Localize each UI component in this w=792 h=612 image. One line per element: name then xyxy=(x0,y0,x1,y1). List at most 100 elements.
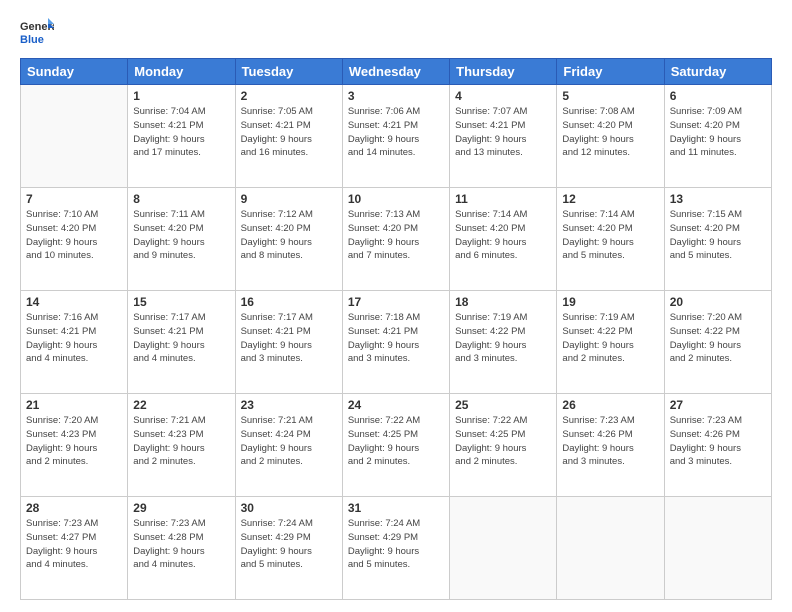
day-info: Sunrise: 7:17 AMSunset: 4:21 PMDaylight:… xyxy=(241,311,337,366)
calendar-cell: 15 Sunrise: 7:17 AMSunset: 4:21 PMDayligh… xyxy=(128,291,235,394)
week-row-2: 14 Sunrise: 7:16 AMSunset: 4:21 PMDayligh… xyxy=(21,291,772,394)
day-number: 24 xyxy=(348,398,444,412)
day-info: Sunrise: 7:19 AMSunset: 4:22 PMDaylight:… xyxy=(562,311,658,366)
day-info: Sunrise: 7:18 AMSunset: 4:21 PMDaylight:… xyxy=(348,311,444,366)
weekday-header-monday: Monday xyxy=(128,59,235,85)
day-info: Sunrise: 7:20 AMSunset: 4:22 PMDaylight:… xyxy=(670,311,766,366)
calendar-cell: 17 Sunrise: 7:18 AMSunset: 4:21 PMDayligh… xyxy=(342,291,449,394)
day-number: 11 xyxy=(455,192,551,206)
day-info: Sunrise: 7:21 AMSunset: 4:24 PMDaylight:… xyxy=(241,414,337,469)
day-number: 4 xyxy=(455,89,551,103)
day-number: 14 xyxy=(26,295,122,309)
weekday-header-friday: Friday xyxy=(557,59,664,85)
logo-container: General Blue xyxy=(20,16,54,50)
calendar-cell: 24 Sunrise: 7:22 AMSunset: 4:25 PMDayligh… xyxy=(342,394,449,497)
calendar-cell: 14 Sunrise: 7:16 AMSunset: 4:21 PMDayligh… xyxy=(21,291,128,394)
day-info: Sunrise: 7:24 AMSunset: 4:29 PMDaylight:… xyxy=(241,517,337,572)
day-info: Sunrise: 7:04 AMSunset: 4:21 PMDaylight:… xyxy=(133,105,229,160)
day-info: Sunrise: 7:24 AMSunset: 4:29 PMDaylight:… xyxy=(348,517,444,572)
day-info: Sunrise: 7:09 AMSunset: 4:20 PMDaylight:… xyxy=(670,105,766,160)
calendar-cell: 30 Sunrise: 7:24 AMSunset: 4:29 PMDayligh… xyxy=(235,497,342,600)
day-number: 15 xyxy=(133,295,229,309)
calendar-cell: 11Sunrise: 7:14 AMSunset: 4:20 PMDayligh… xyxy=(450,188,557,291)
logo-icon: General Blue xyxy=(20,16,54,50)
day-number: 26 xyxy=(562,398,658,412)
calendar-cell: 5 Sunrise: 7:08 AMSunset: 4:20 PMDaylight… xyxy=(557,85,664,188)
day-number: 5 xyxy=(562,89,658,103)
day-info: Sunrise: 7:05 AMSunset: 4:21 PMDaylight:… xyxy=(241,105,337,160)
day-info: Sunrise: 7:23 AMSunset: 4:28 PMDaylight:… xyxy=(133,517,229,572)
week-row-4: 28 Sunrise: 7:23 AMSunset: 4:27 PMDayligh… xyxy=(21,497,772,600)
weekday-header-wednesday: Wednesday xyxy=(342,59,449,85)
day-info: Sunrise: 7:22 AMSunset: 4:25 PMDaylight:… xyxy=(348,414,444,469)
calendar-cell: 12 Sunrise: 7:14 AMSunset: 4:20 PMDayligh… xyxy=(557,188,664,291)
day-number: 17 xyxy=(348,295,444,309)
day-info: Sunrise: 7:21 AMSunset: 4:23 PMDaylight:… xyxy=(133,414,229,469)
logo: General Blue xyxy=(20,16,54,50)
weekday-header-saturday: Saturday xyxy=(664,59,771,85)
day-number: 20 xyxy=(670,295,766,309)
day-number: 22 xyxy=(133,398,229,412)
calendar-cell: 28 Sunrise: 7:23 AMSunset: 4:27 PMDayligh… xyxy=(21,497,128,600)
calendar-cell: 16Sunrise: 7:17 AMSunset: 4:21 PMDayligh… xyxy=(235,291,342,394)
day-number: 27 xyxy=(670,398,766,412)
day-info: Sunrise: 7:23 AMSunset: 4:26 PMDaylight:… xyxy=(562,414,658,469)
day-number: 19 xyxy=(562,295,658,309)
day-info: Sunrise: 7:14 AMSunset: 4:20 PMDaylight:… xyxy=(562,208,658,263)
day-info: Sunrise: 7:11 AMSunset: 4:20 PMDaylight:… xyxy=(133,208,229,263)
calendar-cell: 6 Sunrise: 7:09 AMSunset: 4:20 PMDaylight… xyxy=(664,85,771,188)
day-info: Sunrise: 7:06 AMSunset: 4:21 PMDaylight:… xyxy=(348,105,444,160)
day-number: 7 xyxy=(26,192,122,206)
calendar-cell: 4 Sunrise: 7:07 AMSunset: 4:21 PMDaylight… xyxy=(450,85,557,188)
day-info: Sunrise: 7:15 AMSunset: 4:20 PMDaylight:… xyxy=(670,208,766,263)
day-info: Sunrise: 7:10 AMSunset: 4:20 PMDaylight:… xyxy=(26,208,122,263)
day-info: Sunrise: 7:22 AMSunset: 4:25 PMDaylight:… xyxy=(455,414,551,469)
calendar-cell xyxy=(21,85,128,188)
calendar-cell: 19 Sunrise: 7:19 AMSunset: 4:22 PMDayligh… xyxy=(557,291,664,394)
calendar-cell: 13 Sunrise: 7:15 AMSunset: 4:20 PMDayligh… xyxy=(664,188,771,291)
day-info: Sunrise: 7:23 AMSunset: 4:26 PMDaylight:… xyxy=(670,414,766,469)
day-number: 10 xyxy=(348,192,444,206)
calendar-cell xyxy=(557,497,664,600)
day-number: 28 xyxy=(26,501,122,515)
weekday-header-thursday: Thursday xyxy=(450,59,557,85)
day-number: 30 xyxy=(241,501,337,515)
calendar-cell: 2Sunrise: 7:05 AMSunset: 4:21 PMDaylight… xyxy=(235,85,342,188)
day-number: 3 xyxy=(348,89,444,103)
day-number: 13 xyxy=(670,192,766,206)
week-row-0: 1Sunrise: 7:04 AMSunset: 4:21 PMDaylight… xyxy=(21,85,772,188)
weekday-header-tuesday: Tuesday xyxy=(235,59,342,85)
calendar-table: SundayMondayTuesdayWednesdayThursdayFrid… xyxy=(20,58,772,600)
calendar-cell: 7 Sunrise: 7:10 AMSunset: 4:20 PMDaylight… xyxy=(21,188,128,291)
day-info: Sunrise: 7:08 AMSunset: 4:20 PMDaylight:… xyxy=(562,105,658,160)
week-row-3: 21 Sunrise: 7:20 AMSunset: 4:23 PMDayligh… xyxy=(21,394,772,497)
day-number: 29 xyxy=(133,501,229,515)
day-info: Sunrise: 7:23 AMSunset: 4:27 PMDaylight:… xyxy=(26,517,122,572)
calendar-cell: 29 Sunrise: 7:23 AMSunset: 4:28 PMDayligh… xyxy=(128,497,235,600)
calendar-cell xyxy=(450,497,557,600)
day-info: Sunrise: 7:16 AMSunset: 4:21 PMDaylight:… xyxy=(26,311,122,366)
calendar-cell: 31 Sunrise: 7:24 AMSunset: 4:29 PMDayligh… xyxy=(342,497,449,600)
day-info: Sunrise: 7:12 AMSunset: 4:20 PMDaylight:… xyxy=(241,208,337,263)
calendar-cell: 20 Sunrise: 7:20 AMSunset: 4:22 PMDayligh… xyxy=(664,291,771,394)
day-number: 25 xyxy=(455,398,551,412)
day-number: 18 xyxy=(455,295,551,309)
day-info: Sunrise: 7:17 AMSunset: 4:21 PMDaylight:… xyxy=(133,311,229,366)
calendar-cell: 9Sunrise: 7:12 AMSunset: 4:20 PMDaylight… xyxy=(235,188,342,291)
calendar-cell: 8 Sunrise: 7:11 AMSunset: 4:20 PMDaylight… xyxy=(128,188,235,291)
calendar-cell: 18 Sunrise: 7:19 AMSunset: 4:22 PMDayligh… xyxy=(450,291,557,394)
calendar-cell: 27 Sunrise: 7:23 AMSunset: 4:26 PMDayligh… xyxy=(664,394,771,497)
weekday-header-sunday: Sunday xyxy=(21,59,128,85)
day-info: Sunrise: 7:07 AMSunset: 4:21 PMDaylight:… xyxy=(455,105,551,160)
header: General Blue xyxy=(20,16,772,50)
day-number: 6 xyxy=(670,89,766,103)
day-number: 8 xyxy=(133,192,229,206)
day-info: Sunrise: 7:20 AMSunset: 4:23 PMDaylight:… xyxy=(26,414,122,469)
calendar-cell: 1Sunrise: 7:04 AMSunset: 4:21 PMDaylight… xyxy=(128,85,235,188)
day-number: 21 xyxy=(26,398,122,412)
day-number: 31 xyxy=(348,501,444,515)
day-number: 12 xyxy=(562,192,658,206)
calendar-cell: 3 Sunrise: 7:06 AMSunset: 4:21 PMDaylight… xyxy=(342,85,449,188)
day-info: Sunrise: 7:19 AMSunset: 4:22 PMDaylight:… xyxy=(455,311,551,366)
calendar-cell: 22 Sunrise: 7:21 AMSunset: 4:23 PMDayligh… xyxy=(128,394,235,497)
